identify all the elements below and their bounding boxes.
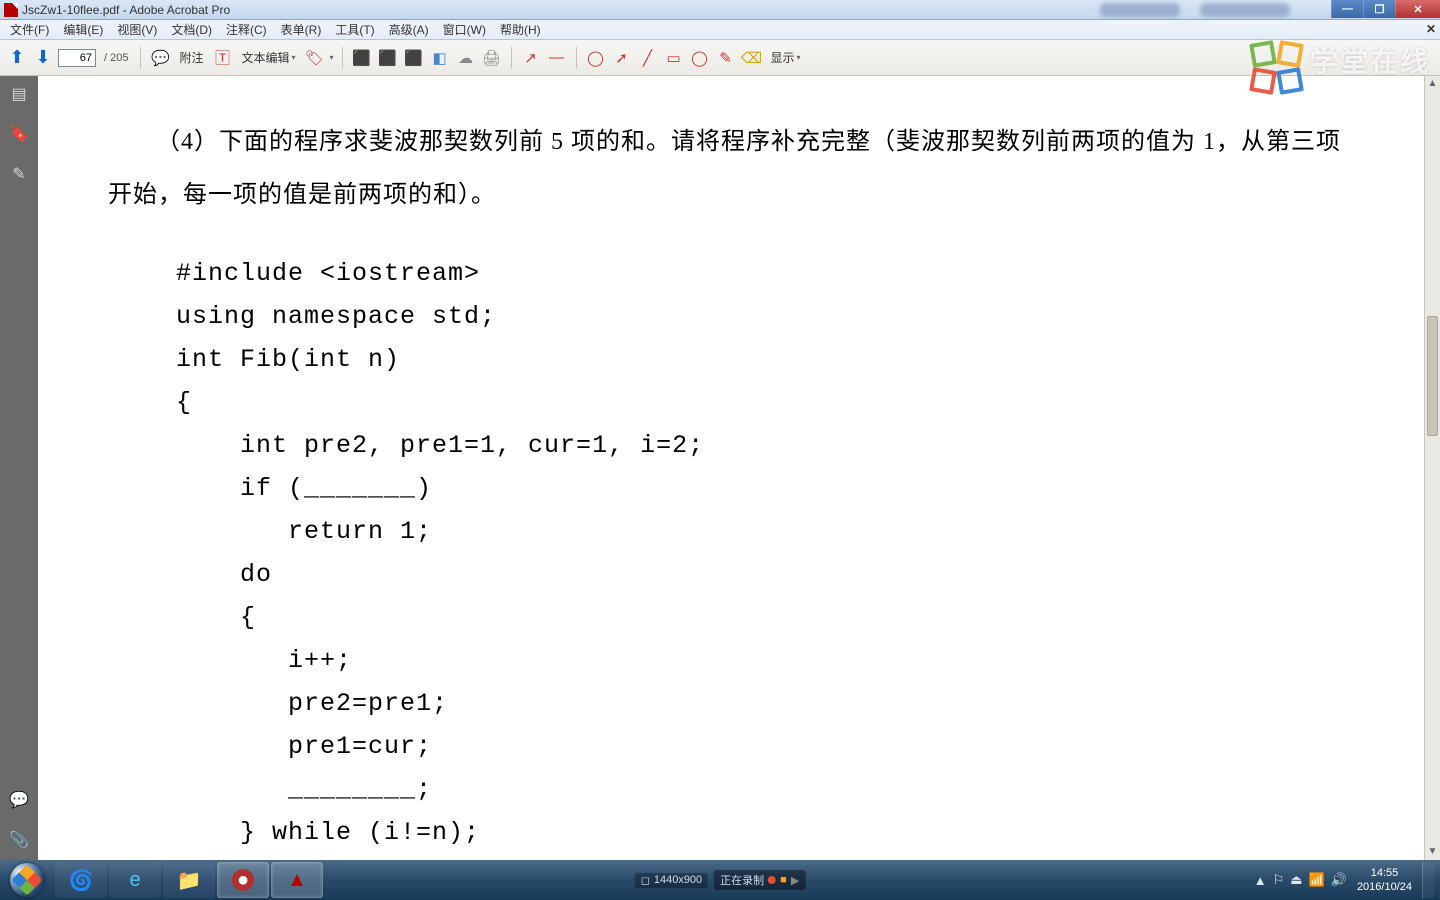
window-titlebar: JscZw1-10flee.pdf - Adobe Acrobat Pro — …: [0, 0, 1440, 20]
tray-time: 14:55: [1357, 866, 1412, 880]
line-tool-icon[interactable]: —: [546, 47, 568, 69]
comments-panel-icon[interactable]: 💬: [9, 790, 29, 810]
start-button[interactable]: [0, 860, 54, 900]
taskbar-ie[interactable]: e: [109, 862, 161, 898]
toolbar: ⬆ ⬇ / 205 💬 附注 🅃 文本编辑▾ 🏷▾ ⬛ ⬛ ⬛ ◧ ☁ 🖨 ↗ …: [0, 40, 1440, 76]
sticky-note-icon[interactable]: 💬: [149, 47, 171, 69]
bookmarks-panel-icon[interactable]: 🔖: [9, 124, 29, 144]
eraser-icon[interactable]: ⌫: [741, 47, 763, 69]
tray-date: 2016/10/24: [1357, 880, 1412, 894]
minimize-button[interactable]: —: [1331, 0, 1363, 18]
arrow-tool-icon[interactable]: ↗: [520, 47, 542, 69]
text-edit-icon[interactable]: 🅃: [211, 47, 233, 69]
resolution-badge: ◻ 1440x900: [635, 873, 708, 888]
lasso-icon[interactable]: ◯: [585, 47, 607, 69]
window-controls: — ❐ ✕: [1331, 0, 1440, 18]
toolbar-separator: [576, 47, 577, 69]
highlight-yellow-icon[interactable]: ⬛: [351, 47, 373, 69]
menu-tools[interactable]: 工具(T): [329, 19, 380, 40]
taskbar-explorer[interactable]: 📁: [163, 862, 215, 898]
windows-taskbar: 🌀 e 📁 ● ▲ ◻ 1440x900 正在录制■▶ ▲ ⚐ ⏏ 📶 🔊 14…: [0, 860, 1440, 900]
recording-indicator[interactable]: 正在录制■▶: [714, 870, 805, 890]
document-close-button[interactable]: ✕: [1426, 22, 1436, 36]
window-title: JscZw1-10flee.pdf - Adobe Acrobat Pro: [22, 3, 230, 17]
blurred-region: [1200, 3, 1290, 17]
oval-icon[interactable]: ◯: [689, 47, 711, 69]
line-red-icon[interactable]: ╱: [637, 47, 659, 69]
toolbar-separator: [140, 47, 141, 69]
pencil-icon[interactable]: ✎: [715, 47, 737, 69]
prev-page-icon[interactable]: ⬆: [6, 47, 28, 69]
watermark-subtext: xuetangx.com: [1310, 80, 1430, 94]
scrollbar-thumb[interactable]: [1427, 316, 1438, 436]
menu-edit[interactable]: 编辑(E): [57, 19, 109, 40]
record-dot-icon: [768, 876, 776, 884]
scroll-down-icon[interactable]: ▼: [1425, 844, 1440, 860]
signatures-panel-icon[interactable]: ✎: [9, 164, 29, 184]
dropdown-icon[interactable]: ▾: [330, 53, 334, 62]
page-count-label: / 205: [104, 52, 128, 64]
text-edit-button[interactable]: 文本编辑▾: [237, 47, 299, 68]
highlight-green-icon[interactable]: ⬛: [377, 47, 399, 69]
print-icon[interactable]: 🖨: [481, 47, 503, 69]
taskbar-recorder[interactable]: ●: [217, 862, 269, 898]
toolbar-separator: [342, 47, 343, 69]
next-page-icon[interactable]: ⬇: [32, 47, 54, 69]
stamp-icon[interactable]: 🏷: [304, 47, 326, 69]
arrow-red-icon[interactable]: ➚: [611, 47, 633, 69]
menu-comment[interactable]: 注释(C): [220, 19, 273, 40]
pages-panel-icon[interactable]: ▤: [9, 84, 29, 104]
problem-statement: （4）下面的程序求斐波那契数列前 5 项的和。请将程序补充完整（斐波那契数列前两…: [108, 116, 1354, 222]
callout-icon[interactable]: ◧: [429, 47, 451, 69]
watermark-text: 学堂在线: [1310, 40, 1430, 80]
tray-up-icon[interactable]: ▲: [1254, 873, 1267, 888]
document-viewport: （4）下面的程序求斐波那契数列前 5 项的和。请将程序补充完整（斐波那契数列前两…: [38, 76, 1440, 860]
close-button[interactable]: ✕: [1395, 0, 1440, 18]
navigation-pane: ▤ 🔖 ✎ 💬 📎: [0, 76, 38, 860]
blurred-region: [1100, 3, 1180, 17]
highlight-red-icon[interactable]: ⬛: [403, 47, 425, 69]
watermark-logo: 学堂在线 xuetangx.com: [1251, 40, 1430, 94]
tray-volume-icon[interactable]: 🔊: [1331, 872, 1347, 888]
menu-forms[interactable]: 表单(R): [275, 19, 328, 40]
tray-flag-icon[interactable]: ⚐: [1273, 872, 1285, 888]
pdf-page[interactable]: （4）下面的程序求斐波那契数列前 5 项的和。请将程序补充完整（斐波那契数列前两…: [38, 76, 1424, 860]
menu-help[interactable]: 帮助(H): [494, 19, 547, 40]
maximize-button[interactable]: ❐: [1363, 0, 1395, 18]
menu-file[interactable]: 文件(F): [4, 19, 55, 40]
menu-window[interactable]: 窗口(W): [437, 19, 492, 40]
attachments-panel-icon[interactable]: 📎: [9, 830, 29, 850]
page-number-input[interactable]: [58, 49, 96, 67]
show-desktop-button[interactable]: [1422, 862, 1434, 898]
cloud-icon[interactable]: ☁: [455, 47, 477, 69]
menu-view[interactable]: 视图(V): [111, 19, 163, 40]
taskbar-center-info: ◻ 1440x900 正在录制■▶: [635, 870, 806, 890]
code-listing: #include <iostream> using namespace std;…: [176, 252, 1354, 854]
pdf-file-icon: [4, 3, 18, 17]
rectangle-icon[interactable]: ▭: [663, 47, 685, 69]
windows-orb-icon: [10, 863, 44, 897]
toolbar-separator: [511, 47, 512, 69]
taskbar-app-1[interactable]: 🌀: [55, 862, 107, 898]
xuetangx-logo-icon: [1251, 42, 1302, 93]
attach-note-button[interactable]: 附注: [175, 47, 207, 68]
taskbar-acrobat[interactable]: ▲: [271, 862, 323, 898]
system-tray: ▲ ⚐ ⏏ 📶 🔊 14:55 2016/10/24: [1254, 860, 1440, 900]
tray-usb-icon[interactable]: ⏏: [1290, 872, 1302, 888]
tray-clock[interactable]: 14:55 2016/10/24: [1357, 866, 1412, 895]
tray-network-icon[interactable]: 📶: [1309, 872, 1325, 888]
vertical-scrollbar[interactable]: ▲ ▼: [1424, 76, 1440, 860]
menu-advanced[interactable]: 高级(A): [383, 19, 435, 40]
menu-document[interactable]: 文档(D): [165, 19, 218, 40]
menu-bar: 文件(F) 编辑(E) 视图(V) 文档(D) 注释(C) 表单(R) 工具(T…: [0, 20, 1440, 40]
show-button[interactable]: 显示▾: [767, 47, 805, 68]
